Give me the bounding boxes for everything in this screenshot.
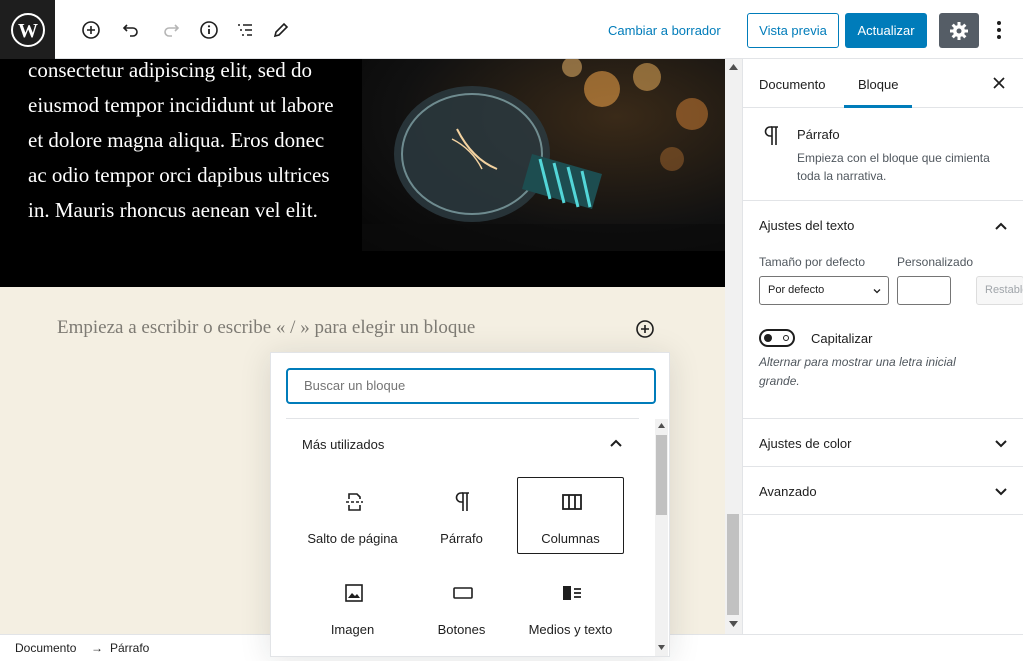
tab-document[interactable]: Documento [759,77,825,92]
block-item-page-break[interactable]: Salto de página [299,477,406,554]
paragraph-icon [764,126,778,145]
settings-toggle-button[interactable] [939,13,979,48]
switch-to-draft-link[interactable]: Cambiar a borrador [608,23,721,38]
chevron-up-icon [995,222,1007,230]
inserter-divider [286,418,639,419]
breadcrumb-document[interactable]: Documento [15,641,76,655]
custom-size-input[interactable] [897,276,951,305]
chevron-up-icon[interactable] [608,435,624,451]
dropcap-toggle[interactable] [759,329,795,347]
close-icon[interactable] [991,75,1007,91]
color-settings-title: Ajustes de color [759,436,852,451]
dropcap-help: Alternar para mostrar una letra inicial … [759,355,956,388]
scroll-down-arrow-icon[interactable] [658,645,665,650]
breadcrumb-paragraph[interactable]: Párrafo [110,641,149,655]
empty-paragraph-placeholder[interactable]: Empieza a escribir o escribe « / » para … [57,317,475,339]
block-item-buttons[interactable]: Botones [408,568,515,645]
block-item-label: Medios y texto [528,622,613,637]
toggle-knob [764,334,772,342]
block-card: Párrafo Empieza con el bloque que cimien… [743,108,1023,201]
block-item-label: Salto de página [307,531,398,546]
inline-add-block-icon[interactable] [634,318,656,340]
editor-scrollbar[interactable] [725,59,742,634]
media-text-content[interactable]: consectetur adipiscing elit, sed do eius… [28,59,348,228]
more-options-icon[interactable] [988,17,1010,43]
block-item-label: Párrafo [440,531,483,546]
inserter-scrollbar-thumb[interactable] [656,435,667,515]
block-inserter-popover: Buscar un bloque Más utilizados Salto de… [270,352,670,657]
block-item-columns[interactable]: Columnas [517,477,624,554]
buttons-icon [451,581,475,605]
lightbulb-image[interactable] [362,59,725,251]
add-block-icon[interactable] [78,17,104,43]
list-view-icon[interactable] [232,17,258,43]
text-settings-panel-toggle[interactable]: Ajustes del texto [743,201,1023,249]
block-item-image[interactable]: Imagen [299,568,406,645]
preview-button[interactable]: Vista previa [747,13,839,48]
advanced-panel-toggle[interactable]: Avanzado [743,467,1023,515]
block-item-paragraph[interactable]: Párrafo [408,477,515,554]
block-item-label: Botones [437,622,486,637]
toggle-off-indicator [783,335,789,341]
update-button[interactable]: Actualizar [845,13,927,48]
wordpress-logo-icon[interactable]: W [0,0,55,59]
paragraph-icon [451,490,475,514]
page-break-icon [342,490,366,514]
sidebar-tabs: Documento Bloque [743,59,1023,108]
font-size-select-value: Por defecto [768,284,825,296]
text-settings-panel-body: Tamaño por defecto Personalizado Por def… [743,249,1023,419]
chevron-down-icon [873,289,881,294]
inserter-scrollbar[interactable] [655,419,668,656]
text-settings-title: Ajustes del texto [759,218,855,233]
settings-sidebar: Documento Bloque Párrafo Empieza con el … [742,59,1023,634]
tab-block[interactable]: Bloque [843,77,914,108]
chevron-down-icon [995,488,1007,496]
editor-scrollbar-thumb[interactable] [727,514,739,615]
most-used-title[interactable]: Más utilizados [302,437,384,452]
breadcrumb-separator: → [91,641,103,655]
block-item-label: Imagen [330,622,375,637]
color-settings-panel-toggle[interactable]: Ajustes de color [743,419,1023,467]
block-search-input[interactable]: Buscar un bloque [286,368,656,404]
media-text-icon [560,581,584,605]
svg-text:W: W [18,20,38,42]
block-item-label: Columnas [541,531,600,546]
edit-mode-icon[interactable] [268,17,294,43]
redo-icon[interactable] [158,17,184,43]
reset-font-size-button[interactable]: Restablecer [976,276,1023,305]
columns-icon [560,490,584,514]
block-card-description: Empieza con el bloque que cimienta toda … [797,151,990,183]
chevron-down-icon [995,440,1007,448]
scroll-up-arrow-icon[interactable] [658,423,665,428]
dropcap-label: Capitalizar [811,331,873,346]
info-icon[interactable] [196,17,222,43]
font-size-label: Tamaño por defecto [759,255,866,269]
image-icon [342,581,366,605]
font-size-select[interactable]: Por defecto [759,276,889,305]
gear-icon [950,21,968,40]
custom-size-label: Personalizado [897,255,974,269]
editor-header: W Cambiar a borrador Vista previa Actual… [0,0,1023,59]
undo-icon[interactable] [118,17,144,43]
block-card-title: Párrafo [797,127,840,142]
media-text-block[interactable]: consectetur adipiscing elit, sed do eius… [0,59,725,287]
block-item-media-text[interactable]: Medios y texto [517,568,624,645]
advanced-title: Avanzado [759,484,817,499]
